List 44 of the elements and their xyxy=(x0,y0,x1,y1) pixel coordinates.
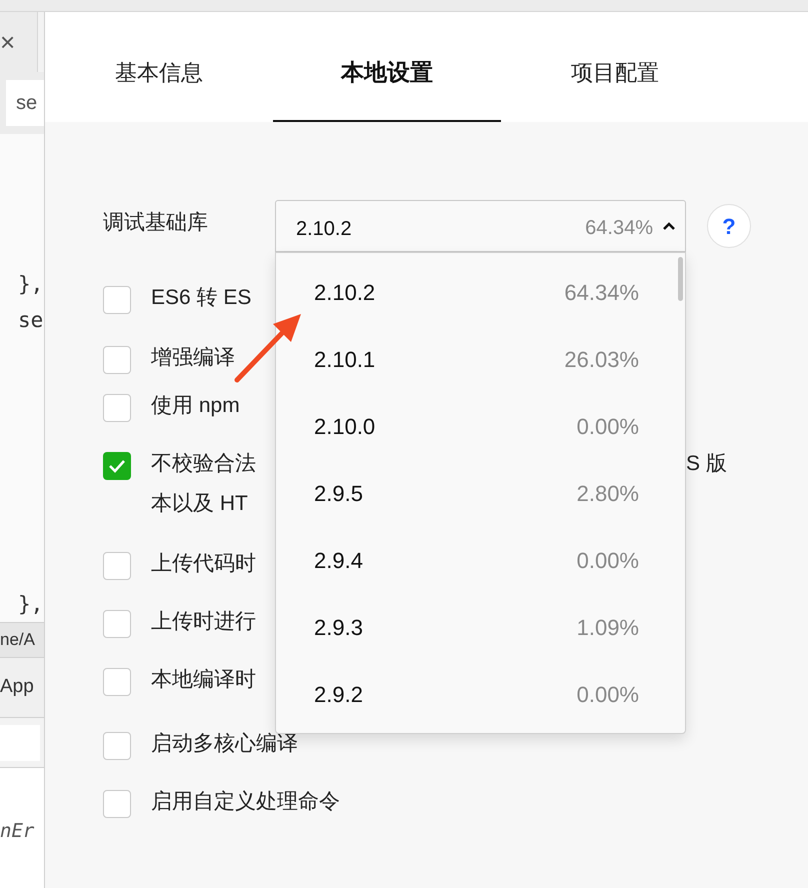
path-bar: ne/A xyxy=(0,622,44,658)
version-option[interactable]: 2.10.0 0.00% xyxy=(276,393,685,460)
settings-tab[interactable]: 项目配置 xyxy=(501,12,729,122)
version-option[interactable]: 2.10.1 26.03% xyxy=(276,326,685,393)
checkbox[interactable] xyxy=(103,552,131,580)
option-label: 增强编译 xyxy=(151,345,235,371)
help-button[interactable]: ? xyxy=(707,204,751,248)
option-label: 启动多核心编译 xyxy=(151,731,298,757)
checkbox[interactable] xyxy=(103,668,131,696)
option-label: 本地编译时 xyxy=(151,667,256,693)
checkbox[interactable] xyxy=(103,286,131,314)
chevron-up-icon xyxy=(663,222,675,230)
checkbox[interactable] xyxy=(103,452,131,480)
option-label: 上传时进行 xyxy=(151,609,256,635)
option-label: 不校验合法 xyxy=(151,451,256,477)
field-label: 调试基础库 xyxy=(103,210,209,236)
settings-tab[interactable]: 本地设置 xyxy=(273,12,501,122)
option-label: 使用 npm xyxy=(151,393,240,419)
code-line: se xyxy=(18,307,44,334)
checkbox[interactable] xyxy=(103,610,131,638)
checkbox[interactable] xyxy=(103,394,131,422)
option-label: ES6 转 ES xyxy=(151,285,252,311)
option-label: 本以及 HT xyxy=(151,490,248,516)
app-button[interactable]: App xyxy=(0,673,34,702)
checkbox[interactable] xyxy=(103,346,131,374)
option-label: S 版 xyxy=(686,451,727,477)
code-line: }, xyxy=(18,271,44,298)
settings-tab[interactable]: 基本信息 xyxy=(45,12,273,122)
version-option[interactable]: 2.9.5 2.80% xyxy=(276,460,685,527)
version-option[interactable]: 2.9.2 0.00% xyxy=(276,661,685,728)
checkbox[interactable] xyxy=(103,732,131,760)
search-field[interactable]: se xyxy=(6,80,44,126)
option-label: 上传代码时 xyxy=(151,551,256,577)
code-line: nEr xyxy=(0,820,34,842)
check-icon xyxy=(108,459,126,473)
code-line: }, xyxy=(18,591,44,618)
checkbox[interactable] xyxy=(103,790,131,818)
scrollbar-thumb[interactable] xyxy=(678,257,683,301)
version-option[interactable]: 2.9.4 0.00% xyxy=(276,527,685,594)
version-option[interactable]: 2.9.3 1.09% xyxy=(276,594,685,661)
close-tab-button[interactable]: × xyxy=(0,29,16,55)
base-library-select[interactable]: 2.10.2 64.34% xyxy=(275,200,686,252)
version-option[interactable]: 2.10.2 64.34% xyxy=(276,259,685,326)
option-label: 启用自定义处理命令 xyxy=(151,789,340,815)
